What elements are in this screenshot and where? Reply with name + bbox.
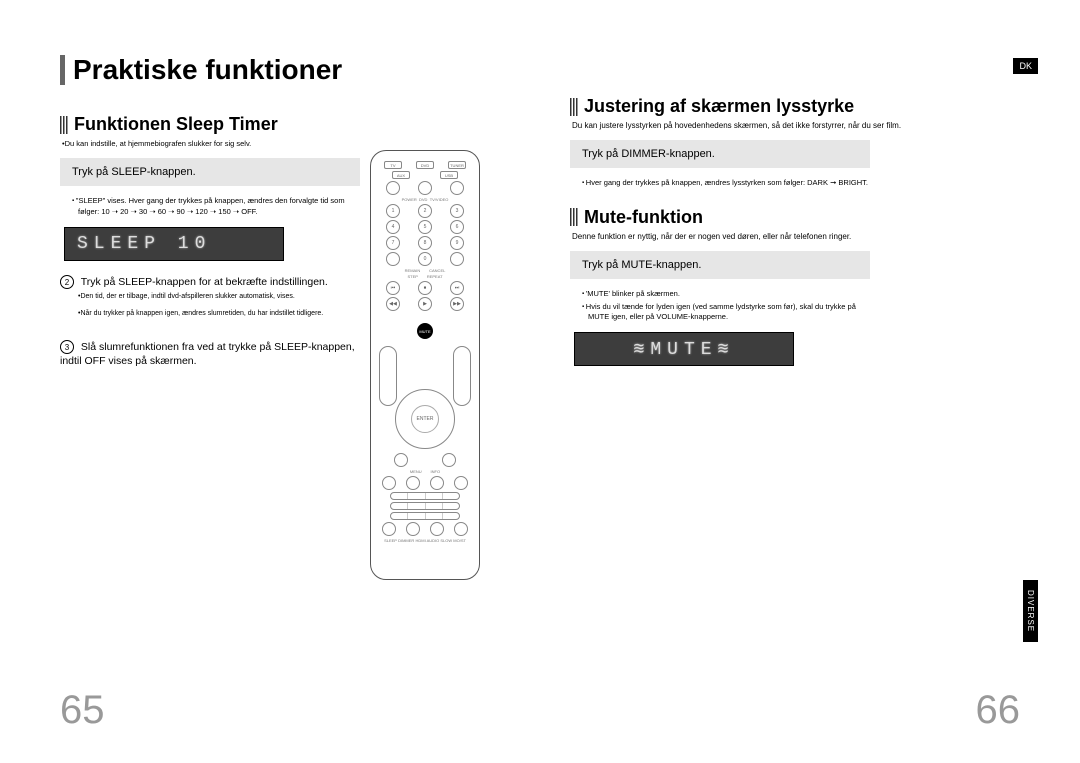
mute-bullet-2: Hvis du vil tænde for lyden igen (ved sa… [582, 302, 872, 323]
mute-bullet-1: 'MUTE' blinker på skærmen. [582, 289, 872, 300]
section-title-sleep: Funktionen Sleep Timer [74, 114, 278, 135]
remote-volume-bar [379, 346, 397, 406]
remote-nav-wheel [395, 389, 455, 449]
instruction-sleep: Tryk på SLEEP-knappen. [60, 158, 360, 186]
remote-btn-cancel [450, 252, 464, 266]
section-subtitle-sleep: •Du kan indstille, at hjemmebiografen sl… [60, 139, 510, 148]
section-heading-brightness: Justering af skærmen lysstyrke [570, 96, 1020, 117]
dimmer-bullets: Hver gang der trykkes på knappen, ændres… [570, 178, 880, 189]
page-number-left: 65 [60, 688, 105, 733]
remote-tuning-bar [453, 346, 471, 406]
remote-control-illustration: TV DVD TUNER AUX USB POWER DVD TV/VIDEO … [370, 150, 480, 580]
instruction-mute: Tryk på MUTE-knappen. [570, 251, 870, 279]
step-2-text: Tryk på SLEEP-knappen for at bekræfte in… [81, 275, 328, 287]
step-3: 3 Slå slumrefunktionen fra ved at trykke… [60, 340, 370, 368]
section-heading-mute: Mute-funktion [570, 207, 1020, 228]
step-2-sub1: •Den tid, der er tilbage, indtil dvd-afs… [60, 293, 370, 302]
step-2: 2 Tryk på SLEEP-knappen for at bekræfte … [60, 275, 370, 289]
main-title: Praktiske funktioner [73, 54, 342, 86]
page-number-right: 66 [976, 688, 1021, 733]
side-tab: DIVERSE [1023, 580, 1038, 642]
heading-stripe-icon [570, 98, 578, 116]
language-badge: DK [1013, 58, 1038, 74]
remote-btn-mute: MUTE [417, 323, 433, 339]
step-3-text: Slå slumrefunktionen fra ved at trykke p… [60, 341, 355, 367]
remote-btn-tuner: TUNER [448, 161, 466, 169]
section-subtitle-mute: Denne funktion er nyttig, når der er nog… [570, 232, 1020, 241]
title-accent-bar [60, 55, 65, 85]
remote-btn-power [386, 181, 400, 195]
step-3-number: 3 [60, 340, 74, 354]
remote-btn-dvd2 [418, 181, 432, 195]
page-right: DK Justering af skærmen lysstyrke Du kan… [540, 0, 1080, 763]
heading-stripe-icon [60, 116, 68, 134]
sleep-bullets: "SLEEP" vises. Hver gang der trykkes på … [60, 196, 370, 217]
remote-btn-remain [386, 252, 400, 266]
section-title-brightness: Justering af skærmen lysstyrke [584, 96, 854, 117]
instruction-dimmer: Tryk på DIMMER-knappen. [570, 140, 870, 168]
heading-stripe-icon [570, 208, 578, 226]
mute-bullets: 'MUTE' blinker på skærmen. Hvis du vil t… [570, 289, 880, 322]
section-title-mute: Mute-funktion [584, 207, 703, 228]
remote-btn-tv: TV [384, 161, 402, 169]
remote-btn-usb: USB [440, 171, 458, 179]
step-2-sub2: •Når du trykker på knappen igen, ændres … [60, 310, 370, 319]
lcd-sleep: SLEEP 10 [64, 227, 284, 261]
step-2-number: 2 [60, 275, 74, 289]
section-subtitle-brightness: Du kan justere lysstyrken på hovedenhede… [570, 121, 1020, 130]
main-title-bar: Praktiske funktioner [60, 54, 510, 86]
dimmer-bullet-1: Hver gang der trykkes på knappen, ændres… [582, 178, 872, 189]
sleep-bullet-1: "SLEEP" vises. Hver gang der trykkes på … [72, 196, 362, 217]
remote-btn-tvvideo [450, 181, 464, 195]
remote-btn-aux: AUX [392, 171, 410, 179]
remote-btn-dvd: DVD [416, 161, 434, 169]
lcd-mute: ≋MUTE≋ [574, 332, 794, 366]
section-heading-sleep: Funktionen Sleep Timer [60, 114, 510, 135]
